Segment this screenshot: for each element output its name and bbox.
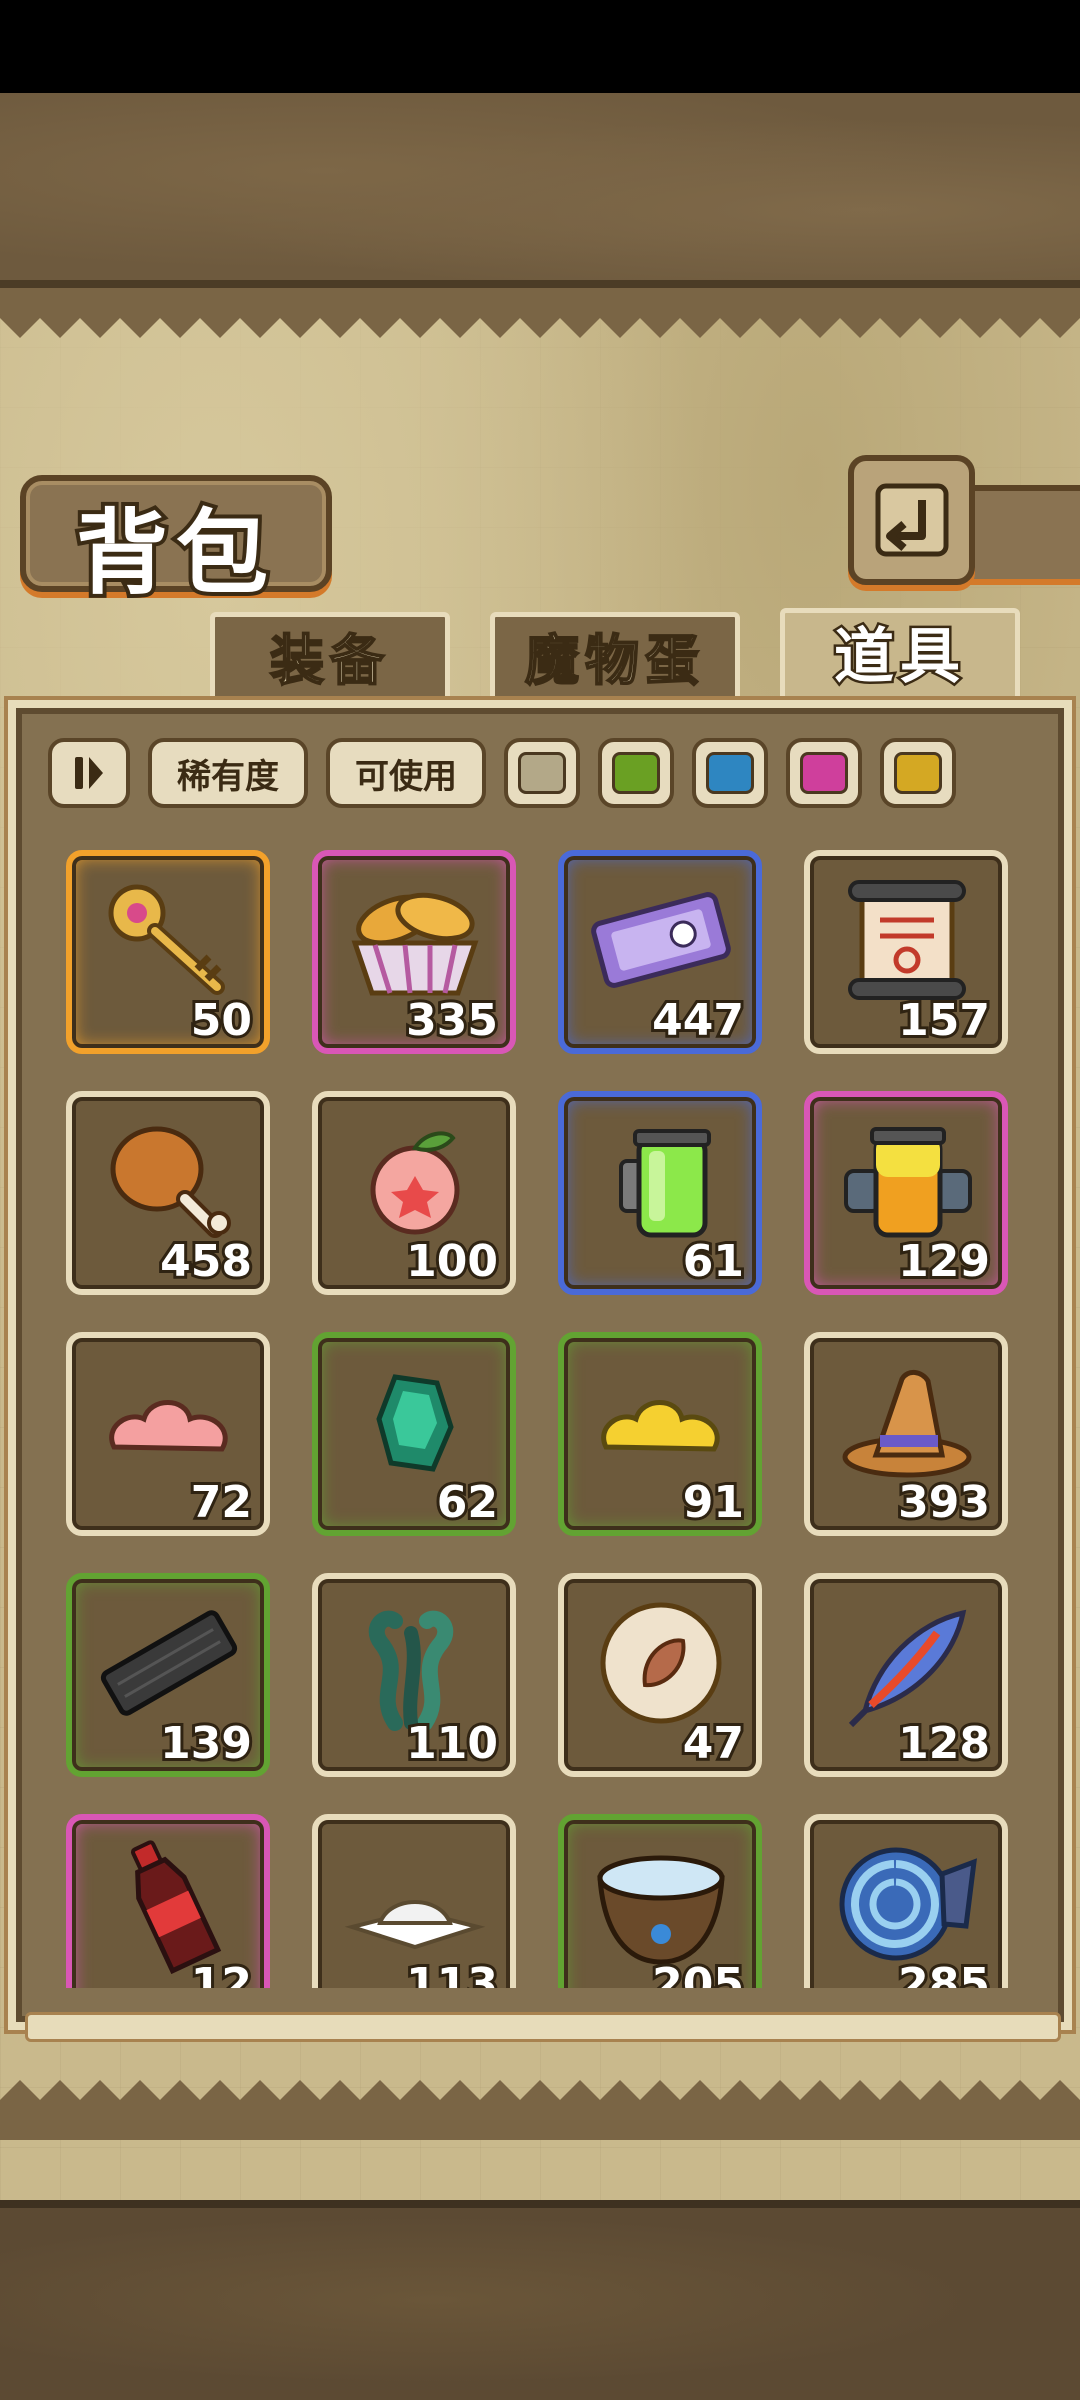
tab-items-label: 道具 [832, 620, 966, 695]
rarity-filter-blue[interactable] [692, 738, 768, 808]
water-bowl-icon [582, 1834, 740, 1974]
item-count: 393 [895, 1474, 993, 1531]
feather-icon [828, 1593, 986, 1733]
shell-icon [828, 1834, 986, 1974]
item-count: 157 [895, 992, 993, 1049]
inventory-slot[interactable]: 157 [804, 850, 1008, 1054]
back-button[interactable] [848, 455, 975, 585]
inventory-slot[interactable]: 72 [66, 1332, 270, 1536]
sort-icon [75, 757, 103, 789]
page-title: 背包 [72, 495, 276, 611]
inventory-slot[interactable]: 393 [804, 1332, 1008, 1536]
item-count: 110 [403, 1715, 501, 1772]
inventory-slot[interactable]: 335 [312, 850, 516, 1054]
inventory-slot[interactable]: 139 [66, 1573, 270, 1777]
tab-equipment-label: 装备 [269, 628, 390, 693]
item-count: 335 [403, 992, 501, 1049]
pink-cloud-icon [90, 1352, 248, 1492]
item-count: 458 [157, 1233, 255, 1290]
item-count: 12 [188, 1956, 255, 1988]
return-arrow-icon [875, 483, 948, 557]
orange-canister-icon [828, 1111, 986, 1251]
tab-equipment[interactable]: 装备 [210, 612, 450, 712]
rarity-filter-gray[interactable] [504, 738, 580, 808]
yellow-cloud-icon [582, 1352, 740, 1492]
inventory-slot[interactable]: 12 [66, 1814, 270, 1988]
salt-pile-icon [336, 1834, 494, 1974]
cola-bottle-icon [90, 1834, 248, 1974]
rarity-sort-button[interactable]: 稀有度 [148, 738, 308, 808]
tab-monster-eggs[interactable]: 魔物蛋 [490, 612, 740, 712]
item-count: 113 [403, 1956, 501, 1988]
inventory-slot[interactable]: 91 [558, 1332, 762, 1536]
sort-order-button[interactable] [48, 738, 130, 808]
top-map-band [0, 93, 1080, 288]
inventory-slot[interactable]: 100 [312, 1091, 516, 1295]
item-count: 100 [403, 1233, 501, 1290]
inventory-slot[interactable]: 62 [312, 1332, 516, 1536]
inventory-slot[interactable]: 61 [558, 1091, 762, 1295]
item-count: 139 [157, 1715, 255, 1772]
item-count: 61 [680, 1233, 747, 1290]
item-grid: 50 335 447 157 458 100 61 129 72 62 91 393 139 110 47 1… [66, 850, 1021, 1988]
ticket-icon [582, 870, 740, 1010]
seaweed-icon [336, 1593, 494, 1733]
item-count: 50 [188, 992, 255, 1049]
scroll-icon [828, 870, 986, 1010]
item-count: 205 [649, 1956, 747, 1988]
inventory-slot[interactable]: 285 [804, 1814, 1008, 1988]
item-count: 128 [895, 1715, 993, 1772]
usable-filter-button[interactable]: 可使用 [326, 738, 486, 808]
green-canister-icon [582, 1111, 740, 1251]
emerald-icon [336, 1352, 494, 1492]
rarity-filter-green[interactable] [598, 738, 674, 808]
inventory-slot[interactable]: 458 [66, 1091, 270, 1295]
item-count: 129 [895, 1233, 993, 1290]
bottom-map-band [0, 2200, 1080, 2400]
golden-key-icon [90, 870, 248, 1010]
bread-basket-icon [336, 870, 494, 1010]
wood-plank-icon [90, 1593, 248, 1733]
item-count: 285 [895, 1956, 993, 1988]
drumstick-icon [90, 1111, 248, 1251]
title-plate: 背包 [20, 475, 332, 611]
inventory-slot[interactable]: 110 [312, 1573, 516, 1777]
zigzag-top-border [0, 288, 1080, 338]
panel-bottom-bar [25, 2012, 1061, 2042]
leaf-orb-icon [582, 1593, 740, 1733]
status-bar [0, 0, 1080, 93]
inventory-slot[interactable]: 129 [804, 1091, 1008, 1295]
zigzag-bottom-border [0, 2080, 1080, 2140]
item-count: 62 [434, 1474, 501, 1531]
witch-hat-icon [828, 1352, 986, 1492]
item-count: 72 [188, 1474, 255, 1531]
tab-monster-eggs-label: 魔物蛋 [524, 628, 705, 693]
item-count: 91 [680, 1474, 747, 1531]
peach-icon [336, 1111, 494, 1251]
rarity-filter-yellow[interactable] [880, 738, 956, 808]
inventory-slot[interactable]: 50 [66, 850, 270, 1054]
back-button-rail [960, 485, 1080, 585]
item-count: 47 [680, 1715, 747, 1772]
inventory-slot[interactable]: 47 [558, 1573, 762, 1777]
inventory-slot[interactable]: 113 [312, 1814, 516, 1988]
inventory-slot[interactable]: 447 [558, 850, 762, 1054]
rarity-filter-pink[interactable] [786, 738, 862, 808]
inventory-slot[interactable]: 128 [804, 1573, 1008, 1777]
item-count: 447 [649, 992, 747, 1049]
inventory-slot[interactable]: 205 [558, 1814, 762, 1988]
